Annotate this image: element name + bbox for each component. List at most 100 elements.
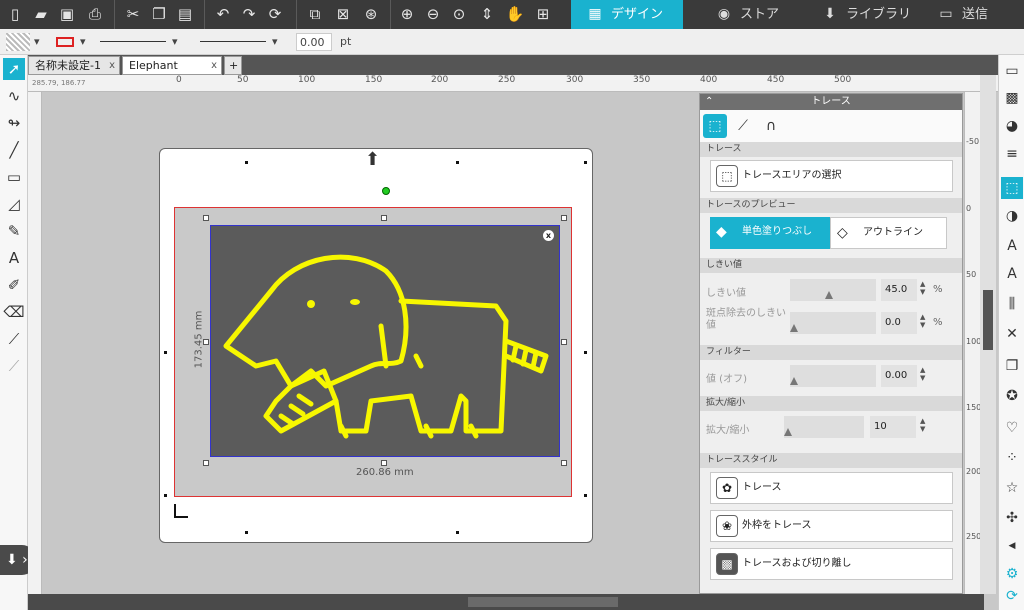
eyedropper-tool-icon[interactable]: ⟋	[3, 355, 25, 377]
resize-handle[interactable]	[561, 460, 567, 466]
line-style-icon[interactable]: ≡	[1001, 143, 1023, 165]
text-tool-icon[interactable]: A	[3, 247, 25, 269]
chevron-up-icon[interactable]: ⌃	[705, 94, 713, 110]
chevron-down-icon[interactable]: ▾	[272, 33, 278, 51]
line-color-swatch[interactable]	[56, 37, 74, 47]
slider-knob[interactable]	[784, 428, 792, 436]
knife-tool-icon[interactable]: ⟋	[3, 328, 25, 350]
chevron-down-icon[interactable]: ▾	[80, 33, 86, 51]
speckle-input[interactable]: 0.0	[881, 312, 917, 334]
stepper-icon[interactable]: ▲ ▼	[920, 366, 925, 382]
select-arrow-icon[interactable]: ➚	[3, 58, 25, 80]
save-icon[interactable]: ▣	[56, 3, 78, 25]
bezier-icon[interactable]: ↬	[3, 112, 25, 134]
select-trace-area-button[interactable]: ⬚ トレースエリアの選択	[710, 160, 953, 192]
trace-tab-icon[interactable]: ⬚	[703, 114, 727, 138]
undo-icon[interactable]: ↶	[212, 3, 234, 25]
copy-icon[interactable]: ❐	[148, 3, 170, 25]
add-tab-button[interactable]: +	[224, 56, 242, 75]
chevron-down-icon[interactable]: ▾	[34, 33, 40, 51]
zoom-select-icon[interactable]: ⊙	[448, 3, 470, 25]
text-style-icon[interactable]: A	[1001, 235, 1023, 257]
filter-input[interactable]: 0.00	[881, 365, 917, 387]
fill-color-icon[interactable]: ◕	[1001, 115, 1023, 137]
sketch-tool-icon[interactable]: ✐	[3, 274, 25, 296]
ungroup-icon[interactable]: ⊠	[332, 3, 354, 25]
page-setup-icon[interactable]: ▭	[1001, 60, 1023, 82]
trace-panel-icon[interactable]: ⬚	[1001, 177, 1023, 199]
pan-arrows-icon[interactable]: ⇕	[476, 3, 498, 25]
horizontal-scrollbar[interactable]	[28, 594, 984, 610]
pixscan-icon[interactable]: ▩	[1001, 87, 1023, 109]
chevron-down-icon[interactable]: ▾	[172, 33, 178, 51]
fill-pattern-swatch[interactable]	[6, 33, 30, 51]
chevron-left-icon[interactable]: ◀	[1001, 535, 1023, 557]
redo-icon[interactable]: ↷	[238, 3, 260, 25]
transform-icon[interactable]: ✕	[1001, 323, 1023, 345]
tab-design[interactable]: ▦ デザイン	[571, 0, 683, 29]
doc-tab-untitled[interactable]: 名称未設定-1 x	[28, 56, 120, 75]
scroll-thumb[interactable]	[983, 290, 993, 350]
doc-tab-elephant[interactable]: Elephant x	[122, 56, 222, 75]
trace-image-frame[interactable]: x 260.86 mm 173.45 mm	[174, 207, 572, 497]
scale-input[interactable]: 10	[870, 416, 916, 438]
eyedropper-icon[interactable]: ⟋	[731, 114, 755, 138]
filter-slider[interactable]	[790, 365, 876, 387]
close-icon[interactable]: x	[543, 230, 554, 241]
zoom-out-icon[interactable]: ⊖	[422, 3, 444, 25]
offset-icon[interactable]: ♡	[1001, 417, 1023, 439]
design-page[interactable]: ⬆ x 260.86 mm 173.45 mm	[159, 148, 593, 543]
panel-header[interactable]: ⌃ トレース	[700, 94, 962, 110]
stepper-icon[interactable]: ▲ ▼	[920, 313, 925, 329]
cut-icon[interactable]: ✂	[122, 3, 144, 25]
polygon-tool-icon[interactable]: ◿	[3, 193, 25, 215]
sync-icon[interactable]: ⟳	[1001, 585, 1023, 607]
slider-knob[interactable]	[790, 377, 798, 385]
tab-send[interactable]: ▭ 送信	[922, 0, 1022, 29]
outline-button[interactable]: ◇ アウトライン	[830, 217, 947, 249]
gear-icon[interactable]: ⚙	[1001, 563, 1023, 585]
fit-page-icon[interactable]: ⊞	[532, 3, 554, 25]
new-file-icon[interactable]: ▯	[4, 3, 26, 25]
resize-handle[interactable]	[203, 215, 209, 221]
trace-button[interactable]: ✿ トレース	[710, 472, 953, 504]
magnet-icon[interactable]: ∩	[759, 114, 783, 138]
rectangle-tool-icon[interactable]: ▭	[3, 166, 25, 188]
vertical-scrollbar[interactable]	[980, 75, 996, 594]
scale-slider[interactable]	[784, 416, 864, 438]
tab-store[interactable]: ◉ ストア	[700, 0, 800, 29]
trace-and-detach-button[interactable]: ▩ トレースおよび切り離し	[710, 548, 953, 580]
eraser-tool-icon[interactable]: ⌫	[3, 301, 25, 323]
print-icon[interactable]: ⎙	[84, 3, 106, 25]
rotate-handle[interactable]	[382, 187, 390, 195]
resize-handle[interactable]	[381, 215, 387, 221]
stepper-icon[interactable]: ▲ ▼	[920, 417, 925, 433]
speckle-slider[interactable]	[790, 312, 876, 334]
resize-handle[interactable]	[203, 460, 209, 466]
stepper-icon[interactable]: ▲ ▼	[920, 280, 925, 296]
star-icon[interactable]: ☆	[1001, 477, 1023, 499]
puzzle-icon[interactable]: ✣	[1001, 507, 1023, 529]
group-icon[interactable]: ⧉	[304, 3, 326, 25]
close-icon[interactable]: x	[211, 57, 217, 74]
hand-icon[interactable]: ✋	[504, 3, 526, 25]
page-up-arrow-icon[interactable]: ⬆	[365, 151, 380, 169]
rhinestone-icon[interactable]: ⁘	[1001, 447, 1023, 469]
image-effects-icon[interactable]: ◑	[1001, 205, 1023, 227]
point-edit-icon[interactable]: ∿	[3, 85, 25, 107]
line-tool-icon[interactable]: ╱	[3, 139, 25, 161]
trace-area[interactable]: x	[210, 225, 560, 457]
modify-icon[interactable]: ✪	[1001, 385, 1023, 407]
redraw-icon[interactable]: ⟳	[264, 3, 286, 25]
resize-handle[interactable]	[381, 460, 387, 466]
open-folder-icon[interactable]: ▰	[30, 3, 52, 25]
replicate-icon[interactable]: ❐	[1001, 355, 1023, 377]
paste-icon[interactable]: ▤	[174, 3, 196, 25]
zoom-in-icon[interactable]: ⊕	[396, 3, 418, 25]
text-path-icon[interactable]: A	[1001, 263, 1023, 285]
threshold-input[interactable]: 45.0	[881, 279, 917, 301]
trace-outer-edge-button[interactable]: ❀ 外枠をトレース	[710, 510, 953, 542]
tab-library[interactable]: ⬇ ライブラリ	[806, 0, 916, 29]
line-join-preview[interactable]	[200, 41, 266, 42]
resize-handle[interactable]	[561, 339, 567, 345]
